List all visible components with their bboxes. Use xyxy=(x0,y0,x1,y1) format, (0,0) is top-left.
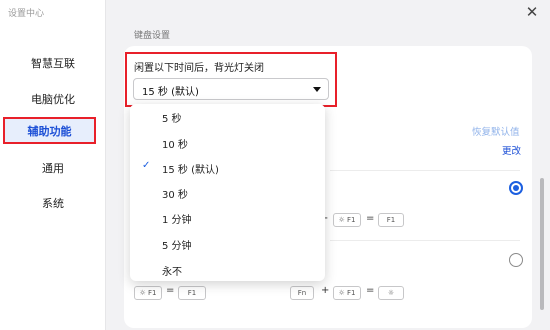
dropdown-option-5min[interactable]: 5 分钟 xyxy=(130,233,325,255)
row-divider xyxy=(330,240,520,241)
sidebar-item-pc-optimization[interactable]: 电脑优化 xyxy=(0,91,106,107)
equals-sign: = xyxy=(366,213,375,224)
restore-default-link[interactable]: 恢复默认值 xyxy=(472,124,520,138)
sidebar-item-general[interactable]: 通用 xyxy=(0,160,106,176)
sidebar-item-accessibility[interactable]: 辅助功能 xyxy=(3,117,96,144)
backlight-timeout-label: 闲置以下时间后，背光灯关闭 xyxy=(134,63,264,74)
sidebar-item-smart-connect[interactable]: 智慧互联 xyxy=(0,55,106,71)
dropdown-option-10s[interactable]: 10 秒 xyxy=(130,132,325,154)
sidebar-item-label: 系统 xyxy=(42,197,64,210)
dropdown-option-1min[interactable]: 1 分钟 xyxy=(130,207,325,229)
select-value: 15 秒 (默认) xyxy=(142,87,199,98)
scrollbar[interactable] xyxy=(540,178,544,310)
option-label: 10 秒 xyxy=(162,140,188,151)
key-f1-brightness: ☼ F1 xyxy=(134,286,162,300)
sidebar-item-system[interactable]: 系统 xyxy=(0,195,106,211)
option-label: 5 分钟 xyxy=(162,241,192,252)
dropdown-option-30s[interactable]: 30 秒 xyxy=(130,182,325,204)
section-title: 键盘设置 xyxy=(134,31,171,41)
row-divider xyxy=(330,170,520,171)
key-f1: F1 xyxy=(378,213,404,227)
equals-sign: = xyxy=(366,285,375,296)
backlight-timeout-select[interactable]: 15 秒 (默认) xyxy=(133,78,329,100)
option-label: 30 秒 xyxy=(162,190,188,201)
dropdown-option-never[interactable]: 永不 xyxy=(130,259,325,281)
equals-sign: = xyxy=(166,285,175,296)
option-label: 15 秒 (默认) xyxy=(162,165,219,176)
checkmark-icon: ✓ xyxy=(142,160,151,171)
key-f1-brightness: ☼ F1 xyxy=(333,286,361,300)
close-icon[interactable]: ✕ xyxy=(523,3,541,21)
sidebar: 设置中心 智慧互联 电脑优化 辅助功能 通用 系统 xyxy=(0,0,106,330)
sidebar-item-label: 通用 xyxy=(42,162,64,175)
key-f1: F1 xyxy=(178,286,206,300)
sidebar-item-label: 智慧互联 xyxy=(31,57,75,70)
dropdown-option-5s[interactable]: 5 秒 xyxy=(130,106,325,128)
hotkey-mode-radio-1[interactable] xyxy=(509,181,523,195)
key-fn: Fn xyxy=(290,286,314,300)
option-label: 永不 xyxy=(162,267,182,278)
dropdown-option-15s-default[interactable]: ✓ 15 秒 (默认) xyxy=(130,157,325,179)
brightness-icon: ☼ xyxy=(378,286,404,300)
hotkey-mode-radio-2[interactable] xyxy=(509,253,523,267)
option-label: 1 分钟 xyxy=(162,215,192,226)
backlight-timeout-setting: 闲置以下时间后，背光灯关闭 15 秒 (默认) xyxy=(125,52,337,107)
plus-sign: + xyxy=(321,285,330,296)
change-link[interactable]: 更改 xyxy=(502,143,521,157)
key-f1-brightness: ☼ F1 xyxy=(333,213,361,227)
sidebar-item-label: 电脑优化 xyxy=(31,93,75,106)
backlight-timeout-dropdown: 5 秒 10 秒 ✓ 15 秒 (默认) 30 秒 1 分钟 5 分钟 永不 xyxy=(130,104,325,281)
window-title: 设置中心 xyxy=(8,9,45,19)
sidebar-item-label: 辅助功能 xyxy=(27,124,72,138)
option-label: 5 秒 xyxy=(162,114,182,125)
caret-down-icon xyxy=(313,87,321,92)
